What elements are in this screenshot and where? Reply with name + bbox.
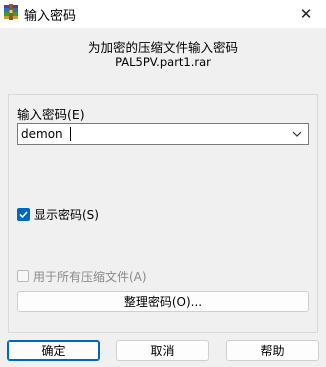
ok-button[interactable]: 确定: [7, 340, 100, 361]
organize-passwords-button[interactable]: 整理密码(O)...: [17, 291, 309, 312]
close-button[interactable]: ✕: [286, 0, 326, 28]
password-combo[interactable]: demon: [17, 123, 309, 145]
title-bar: 输入密码 ✕: [0, 0, 326, 28]
apply-all-label: 用于所有压缩文件(A): [33, 269, 147, 284]
help-button[interactable]: 帮助: [226, 340, 319, 361]
password-input[interactable]: demon: [21, 127, 63, 141]
show-password-label: 显示密码(S): [34, 207, 99, 222]
checkmark-icon[interactable]: [17, 207, 30, 221]
prompt-text: 为加密的压缩文件输入密码: [87, 40, 238, 55]
apply-all-checkbox[interactable]: 用于所有压缩文件(A): [17, 268, 147, 284]
password-label: 输入密码(E): [17, 107, 85, 122]
cancel-button[interactable]: 取消: [116, 340, 209, 361]
archive-filename: PAL5PV.part1.rar: [115, 55, 211, 69]
close-icon: ✕: [299, 5, 313, 23]
window-title: 输入密码: [24, 9, 77, 24]
show-password-checkbox[interactable]: 显示密码(S): [17, 206, 99, 222]
text-caret: [70, 127, 71, 141]
winrar-icon: [4, 4, 18, 20]
checkbox-box[interactable]: [17, 270, 29, 282]
chevron-down-icon[interactable]: [289, 125, 305, 143]
